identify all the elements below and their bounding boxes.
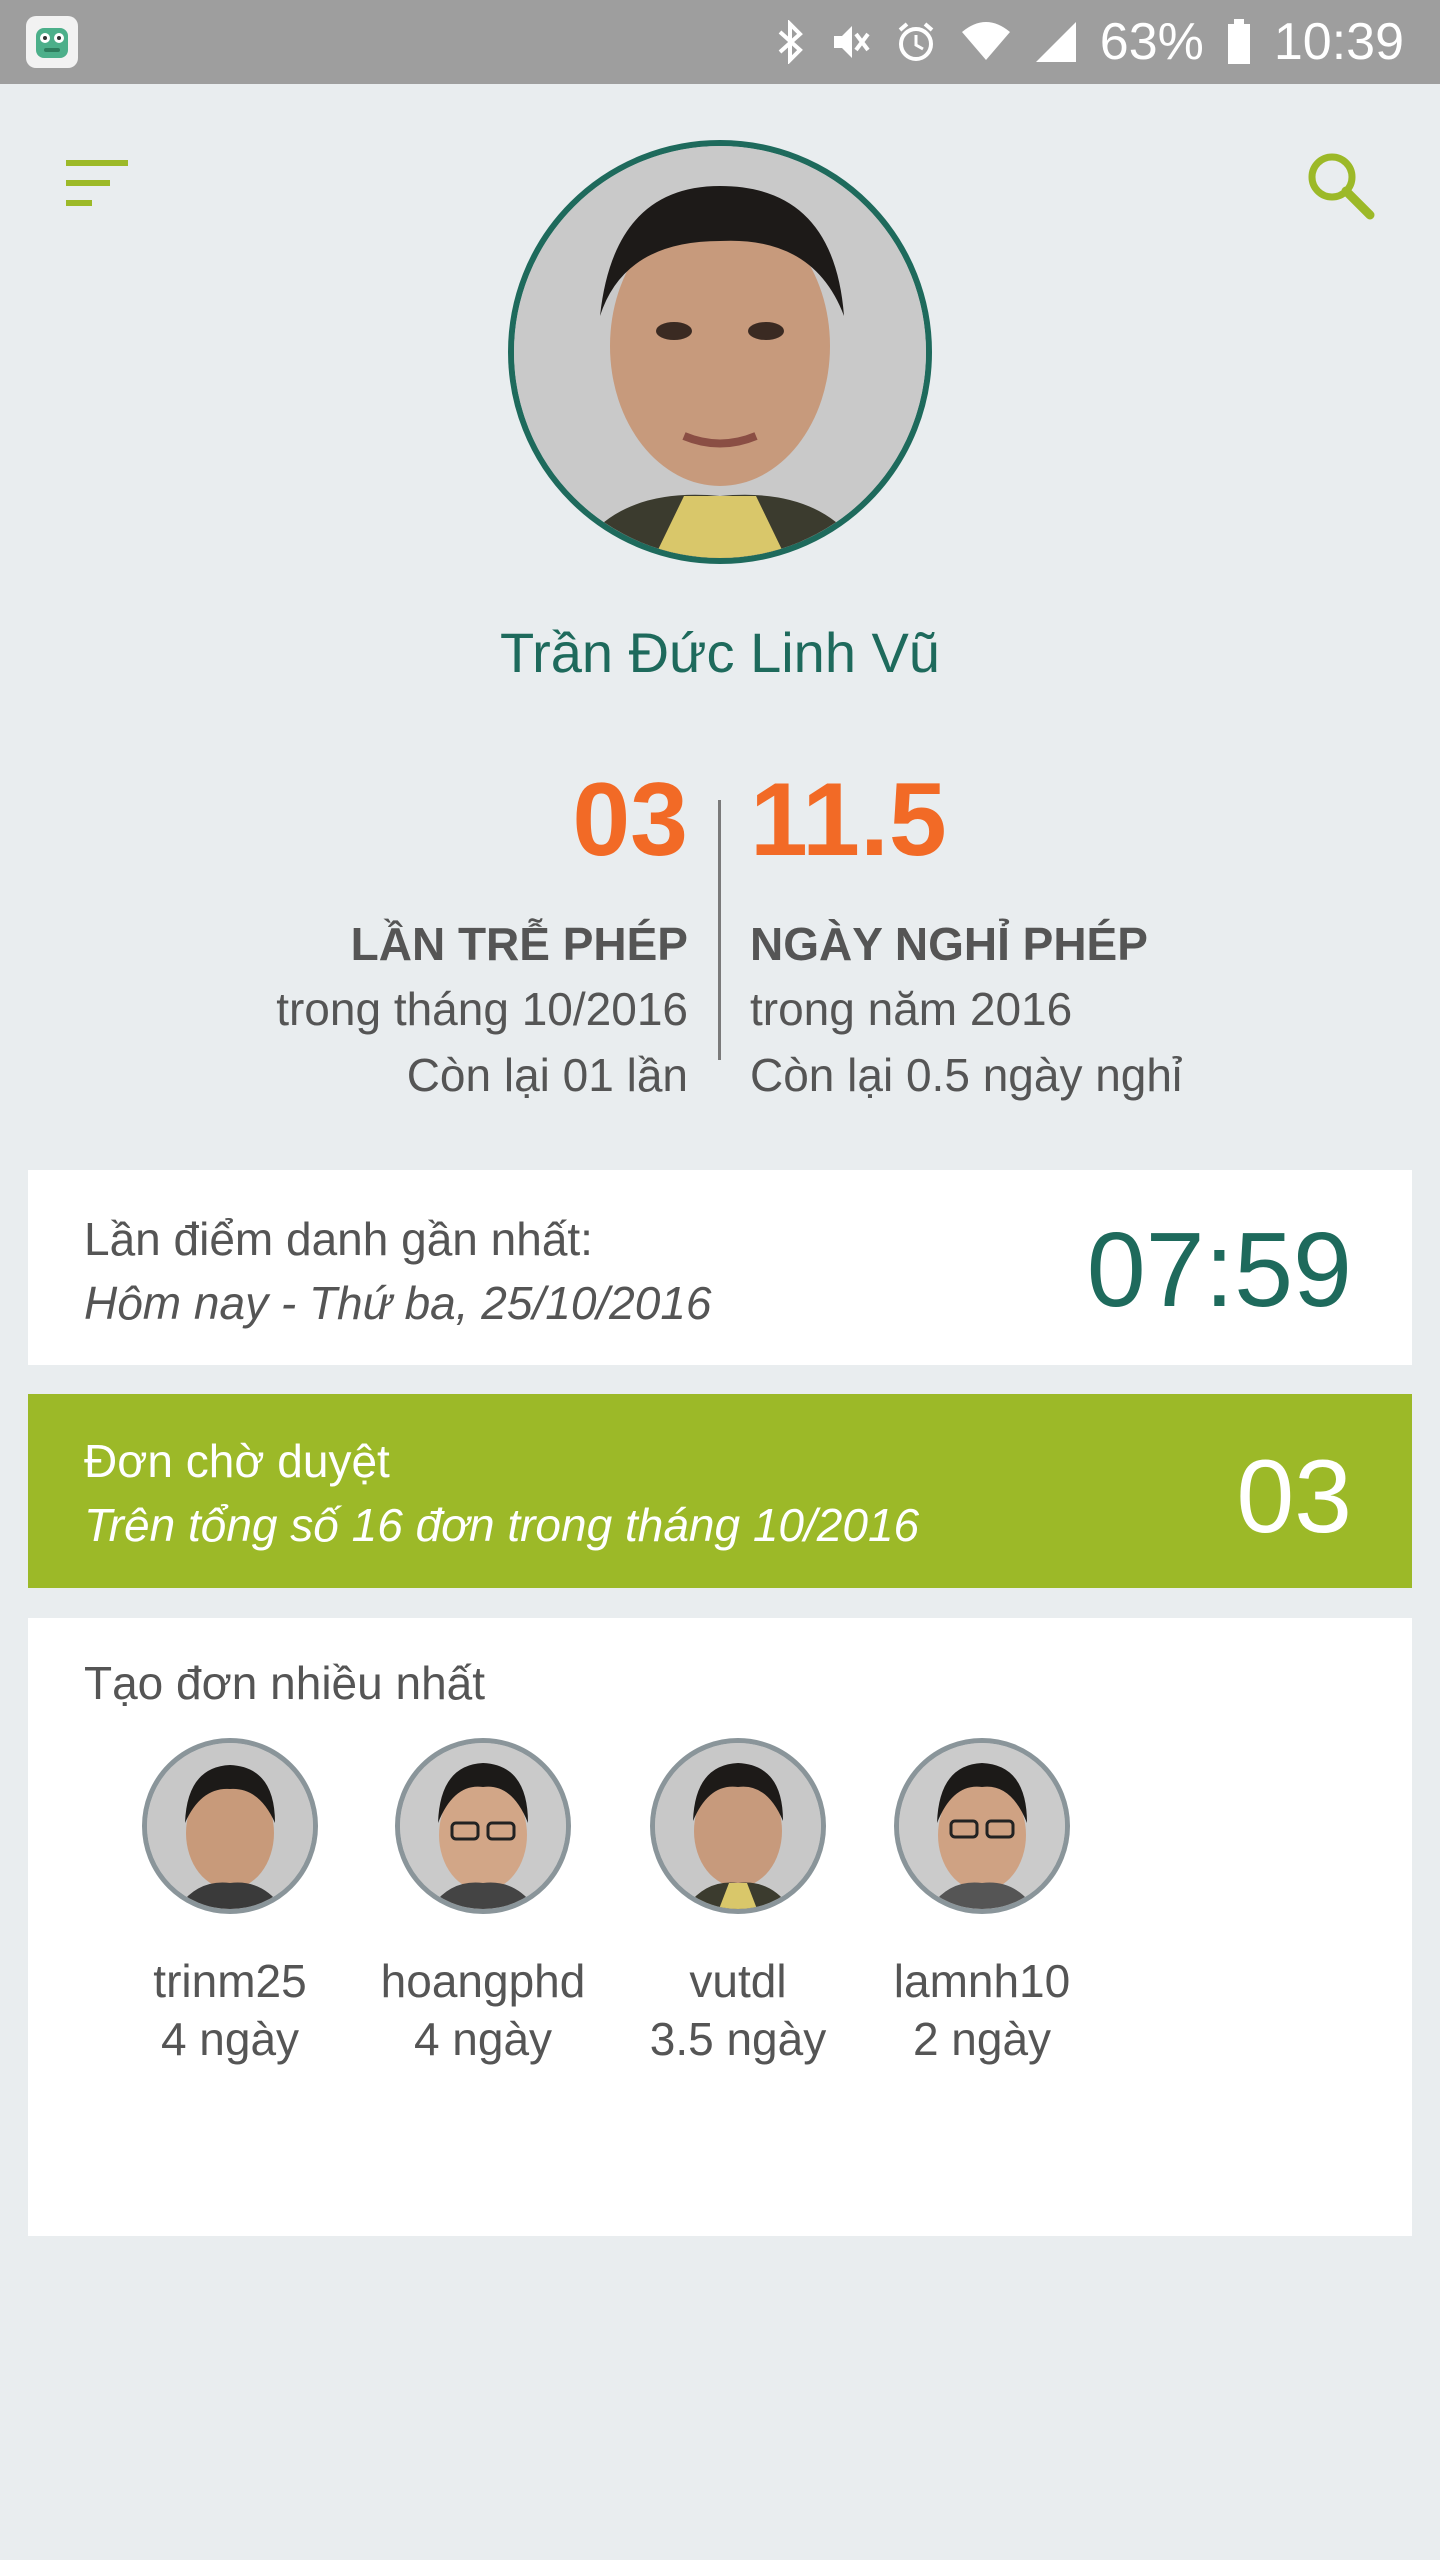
avatar — [395, 1738, 571, 1914]
leave-stat: 11.5 NGÀY NGHỈ PHÉP trong năm 2016 Còn l… — [750, 760, 1182, 1108]
stat-divider — [718, 800, 721, 1060]
top-requesters-card: Tạo đơn nhiều nhất trinm25 4 ngày hoangp… — [28, 1618, 1412, 2236]
last-checkin-card[interactable]: Lần điểm danh gần nhất: Hôm nay - Thứ ba… — [28, 1170, 1412, 1365]
search-button[interactable] — [1300, 145, 1380, 225]
checkin-time: 07:59 — [1086, 1211, 1352, 1329]
avatar — [894, 1738, 1070, 1914]
checkin-label: Lần điểm danh gần nhất: — [84, 1213, 593, 1265]
requester-days: 3.5 ngày — [649, 2013, 827, 2065]
requester-item[interactable]: lamnh10 2 ngày — [862, 1738, 1102, 2068]
requester-item[interactable]: hoangphd 4 ngày — [363, 1738, 603, 2068]
requester-username: vutdl — [689, 1955, 787, 2007]
late-remaining: Còn lại 01 lần — [406, 1049, 688, 1101]
wifi-icon — [961, 22, 1010, 60]
clock-time: 10:39 — [1273, 13, 1404, 71]
pending-count: 03 — [1236, 1439, 1352, 1555]
pending-subtitle: Trên tổng số 16 đơn trong tháng 10/2016 — [84, 1499, 920, 1551]
checkin-date: Hôm nay - Thứ ba, 25/10/2016 — [84, 1277, 712, 1329]
late-count: 03 — [572, 762, 688, 878]
user-name: Trần Đức Linh Vũ — [499, 621, 941, 684]
bluetooth-icon — [778, 20, 803, 64]
pending-label: Đơn chờ duyệt — [84, 1435, 390, 1487]
alarm-icon — [898, 22, 934, 61]
battery-icon — [1227, 19, 1250, 64]
leave-remaining: Còn lại 0.5 ngày nghỉ — [750, 1049, 1183, 1101]
requester-item[interactable]: trinm25 4 ngày — [110, 1738, 350, 2068]
profile-avatar[interactable] — [508, 140, 932, 564]
leave-days: 11.5 — [750, 762, 947, 878]
signal-icon — [1035, 22, 1076, 62]
late-title: LẦN TRỄ PHÉP — [350, 918, 688, 970]
requester-username: trinm25 — [153, 1955, 307, 2007]
mute-icon — [833, 26, 870, 58]
status-icons: 63% 10:39 — [776, 0, 1404, 84]
menu-button[interactable] — [60, 150, 140, 220]
requester-days: 2 ngày — [912, 2013, 1052, 2065]
late-stat: 03 LẦN TRỄ PHÉP trong tháng 10/2016 Còn … — [276, 760, 688, 1108]
late-period: trong tháng 10/2016 — [276, 983, 688, 1035]
top-requesters-title: Tạo đơn nhiều nhất — [84, 1657, 486, 1709]
pending-requests-card[interactable]: Đơn chờ duyệt Trên tổng số 16 đơn trong … — [28, 1394, 1412, 1588]
requester-days: 4 ngày — [413, 2013, 553, 2065]
requester-days: 4 ngày — [160, 2013, 300, 2065]
leave-period: trong năm 2016 — [750, 983, 1073, 1035]
avatar — [650, 1738, 826, 1914]
requester-username: lamnh10 — [893, 1955, 1071, 2007]
app-icon — [26, 16, 78, 68]
battery-percent: 63% — [1099, 13, 1204, 71]
avatar — [142, 1738, 318, 1914]
requester-username: hoangphd — [380, 1955, 586, 2007]
requester-item[interactable]: vutdl 3.5 ngày — [618, 1738, 858, 2068]
status-bar: 63% 10:39 — [0, 0, 1440, 84]
leave-title: NGÀY NGHỈ PHÉP — [750, 918, 1148, 970]
leave-stats: 03 LẦN TRỄ PHÉP trong tháng 10/2016 Còn … — [0, 760, 1440, 1120]
menu-icon — [66, 160, 128, 206]
search-icon — [1308, 153, 1375, 220]
